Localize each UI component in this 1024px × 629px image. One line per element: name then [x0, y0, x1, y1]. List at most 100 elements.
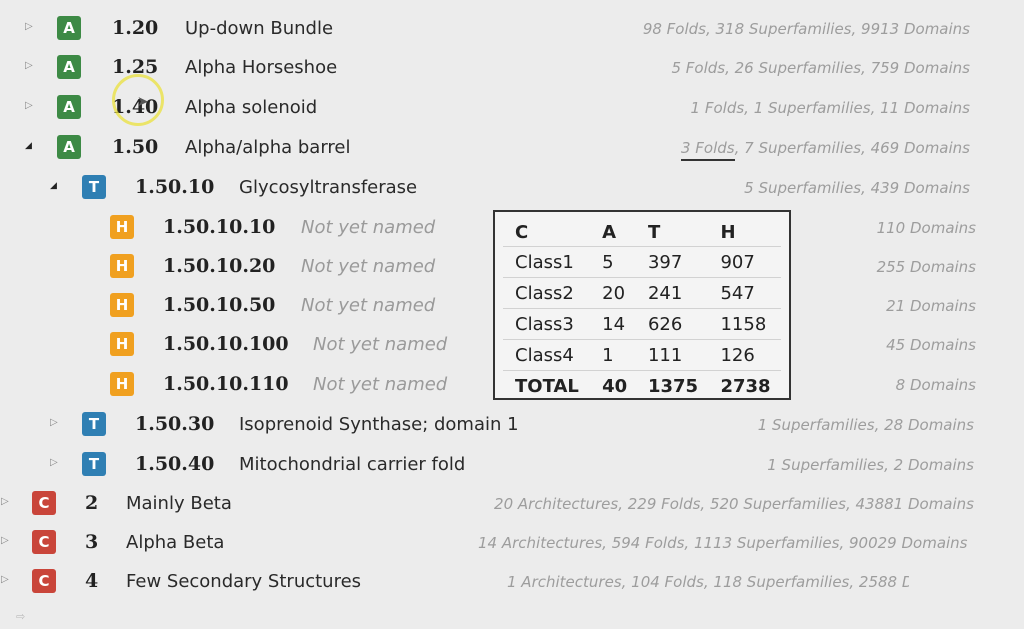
table-cell: 5 [590, 246, 636, 278]
table-cell: 626 [635, 308, 709, 340]
table-row: Class1 5 397 907 [503, 246, 781, 278]
node-name[interactable]: Alpha/alpha barrel [185, 137, 350, 158]
node-code[interactable]: 1.50.10.100 [163, 333, 289, 355]
tree-row-architecture[interactable]: ▷ A 1.25 Alpha Horseshoe 5 Folds, 26 Sup… [0, 49, 1000, 85]
table-cell: 126 [708, 339, 781, 371]
node-name[interactable]: Alpha solenoid [185, 97, 317, 118]
table-cell: 111 [635, 339, 709, 371]
node-stats-rest: , 7 Superfamilies, 469 Domains [734, 139, 970, 157]
node-code[interactable]: 1.50.10.110 [163, 373, 289, 395]
topology-badge-icon: T [82, 175, 106, 199]
node-code[interactable]: 2 [85, 492, 98, 514]
node-name[interactable]: Isoprenoid Synthase; domain 1 [239, 414, 519, 435]
node-name[interactable]: Not yet named [301, 256, 435, 277]
table-cell: Class2 [503, 277, 591, 309]
column-header: H [708, 218, 781, 247]
table-cell: Class3 [503, 308, 591, 340]
tree-row-class[interactable]: ▷ C 3 Alpha Beta 14 Architectures, 594 F… [0, 524, 1000, 560]
node-name[interactable]: Glycosyltransferase [239, 177, 417, 198]
footer-arrow-icon: ⇨ [16, 610, 26, 623]
homologous-badge-icon: H [110, 372, 134, 396]
topology-badge-icon: T [82, 452, 106, 476]
table-cell: 2738 [720, 375, 771, 397]
table-header-row: C A T H [503, 218, 781, 247]
node-name[interactable]: Not yet named [313, 374, 447, 395]
expand-icon[interactable]: ▷ [25, 20, 37, 34]
node-name[interactable]: Mainly Beta [126, 493, 232, 514]
table-cell: 397 [635, 246, 709, 278]
expand-icon[interactable]: ▷ [1, 573, 13, 587]
node-code[interactable]: 1.50.10 [135, 176, 214, 198]
node-name[interactable]: Alpha Beta [126, 532, 224, 553]
table-cell: 1158 [708, 308, 781, 340]
architecture-badge-icon: A [57, 16, 81, 40]
table-cell: 1 [590, 339, 636, 371]
expand-icon[interactable]: ▷ [50, 416, 62, 430]
tree-row-architecture[interactable]: ▷ A 1.20 Up-down Bundle 98 Folds, 318 Su… [0, 10, 1000, 46]
node-name[interactable]: Few Secondary Structures [126, 571, 361, 592]
tree-row-class[interactable]: ▷ C 2 Mainly Beta 20 Architectures, 229 … [0, 485, 1000, 521]
node-code[interactable]: 1.50.40 [135, 453, 214, 475]
tree-row-topology[interactable]: ▷ T 1.50.40 Mitochondrial carrier fold 1… [0, 446, 1000, 482]
column-header: A [590, 218, 636, 247]
expand-icon[interactable]: ▷ [25, 99, 37, 113]
expand-icon[interactable]: ▷ [1, 534, 13, 548]
cath-counts-table: C A T H Class1 5 397 907 Class2 20 241 5… [503, 218, 781, 401]
node-stats: 110 Domains [876, 219, 976, 237]
node-code[interactable]: 1.50.10.50 [163, 294, 275, 316]
column-header: T [635, 218, 709, 247]
folds-link[interactable]: 3 Folds [680, 139, 735, 161]
table-total-row: TOTAL 40 1375 2738 [503, 371, 781, 402]
tree-row-topology[interactable]: ◢ T 1.50.10 Glycosyltransferase 5 Superf… [0, 169, 1000, 205]
topology-badge-icon: T [82, 412, 106, 436]
node-code[interactable]: 1.20 [112, 17, 158, 39]
node-name[interactable]: Not yet named [301, 295, 435, 316]
tree-row-architecture[interactable]: ▷ A 1.40 Alpha solenoid 1 Folds, 1 Super… [0, 89, 1000, 125]
collapse-icon[interactable]: ◢ [50, 179, 62, 193]
table-cell: 20 [590, 277, 636, 309]
node-stats: 3 Folds, 7 Superfamilies, 469 Domains [680, 139, 970, 161]
node-name[interactable]: Up-down Bundle [185, 18, 333, 39]
homologous-badge-icon: H [110, 332, 134, 356]
node-stats: 5 Folds, 26 Superfamilies, 759 Domains [671, 59, 970, 77]
table-cell: 547 [708, 277, 781, 309]
class-badge-icon: C [32, 491, 56, 515]
class-badge-icon: C [32, 530, 56, 554]
node-code[interactable]: 1.40 [112, 96, 158, 118]
node-name[interactable]: Alpha Horseshoe [185, 57, 337, 78]
tree-row-topology[interactable]: ▷ T 1.50.30 Isoprenoid Synthase; domain … [0, 406, 1000, 442]
table-cell: 907 [708, 246, 781, 278]
table-cell: Class4 [503, 339, 591, 371]
summary-table-overlay: C A T H Class1 5 397 907 Class2 20 241 5… [493, 210, 791, 400]
architecture-badge-icon: A [57, 55, 81, 79]
node-stats: 1 Architectures, 104 Folds, 118 Superfam… [507, 573, 909, 591]
node-name[interactable]: Not yet named [313, 334, 447, 355]
expand-icon[interactable]: ▷ [50, 456, 62, 470]
node-name[interactable]: Not yet named [301, 217, 435, 238]
table-row: Class3 14 626 1158 [503, 308, 781, 340]
node-code[interactable]: 1.50.10.10 [163, 216, 275, 238]
node-code[interactable]: 1.50.10.20 [163, 255, 275, 277]
node-code[interactable]: 1.50 [112, 136, 158, 158]
tree-row-architecture[interactable]: ◢ A 1.50 Alpha/alpha barrel 3 Folds, 7 S… [0, 129, 1000, 165]
architecture-badge-icon: A [57, 95, 81, 119]
node-stats: 98 Folds, 318 Superfamilies, 9913 Domain… [642, 20, 970, 38]
table-cell: Class1 [503, 246, 591, 278]
node-name[interactable]: Mitochondrial carrier fold [239, 454, 465, 475]
node-code[interactable]: 3 [85, 531, 98, 553]
class-badge-icon: C [32, 569, 56, 593]
collapse-icon[interactable]: ◢ [25, 139, 37, 153]
node-code[interactable]: 4 [85, 570, 98, 592]
table-cell: 1375 [647, 375, 699, 397]
tree-row-class[interactable]: ▷ C 4 Few Secondary Structures 1 Archite… [0, 563, 1000, 599]
node-code[interactable]: 1.25 [112, 56, 158, 78]
column-header: C [503, 218, 591, 247]
expand-icon[interactable]: ▷ [25, 59, 37, 73]
expand-icon[interactable]: ▷ [1, 495, 13, 509]
node-code[interactable]: 1.50.30 [135, 413, 214, 435]
node-stats: 1 Folds, 1 Superfamilies, 11 Domains [690, 99, 970, 117]
node-stats: 20 Architectures, 229 Folds, 520 Superfa… [494, 495, 974, 513]
node-stats: 21 Domains [886, 297, 976, 315]
homologous-badge-icon: H [110, 293, 134, 317]
node-stats: 5 Superfamilies, 439 Domains [744, 179, 970, 197]
